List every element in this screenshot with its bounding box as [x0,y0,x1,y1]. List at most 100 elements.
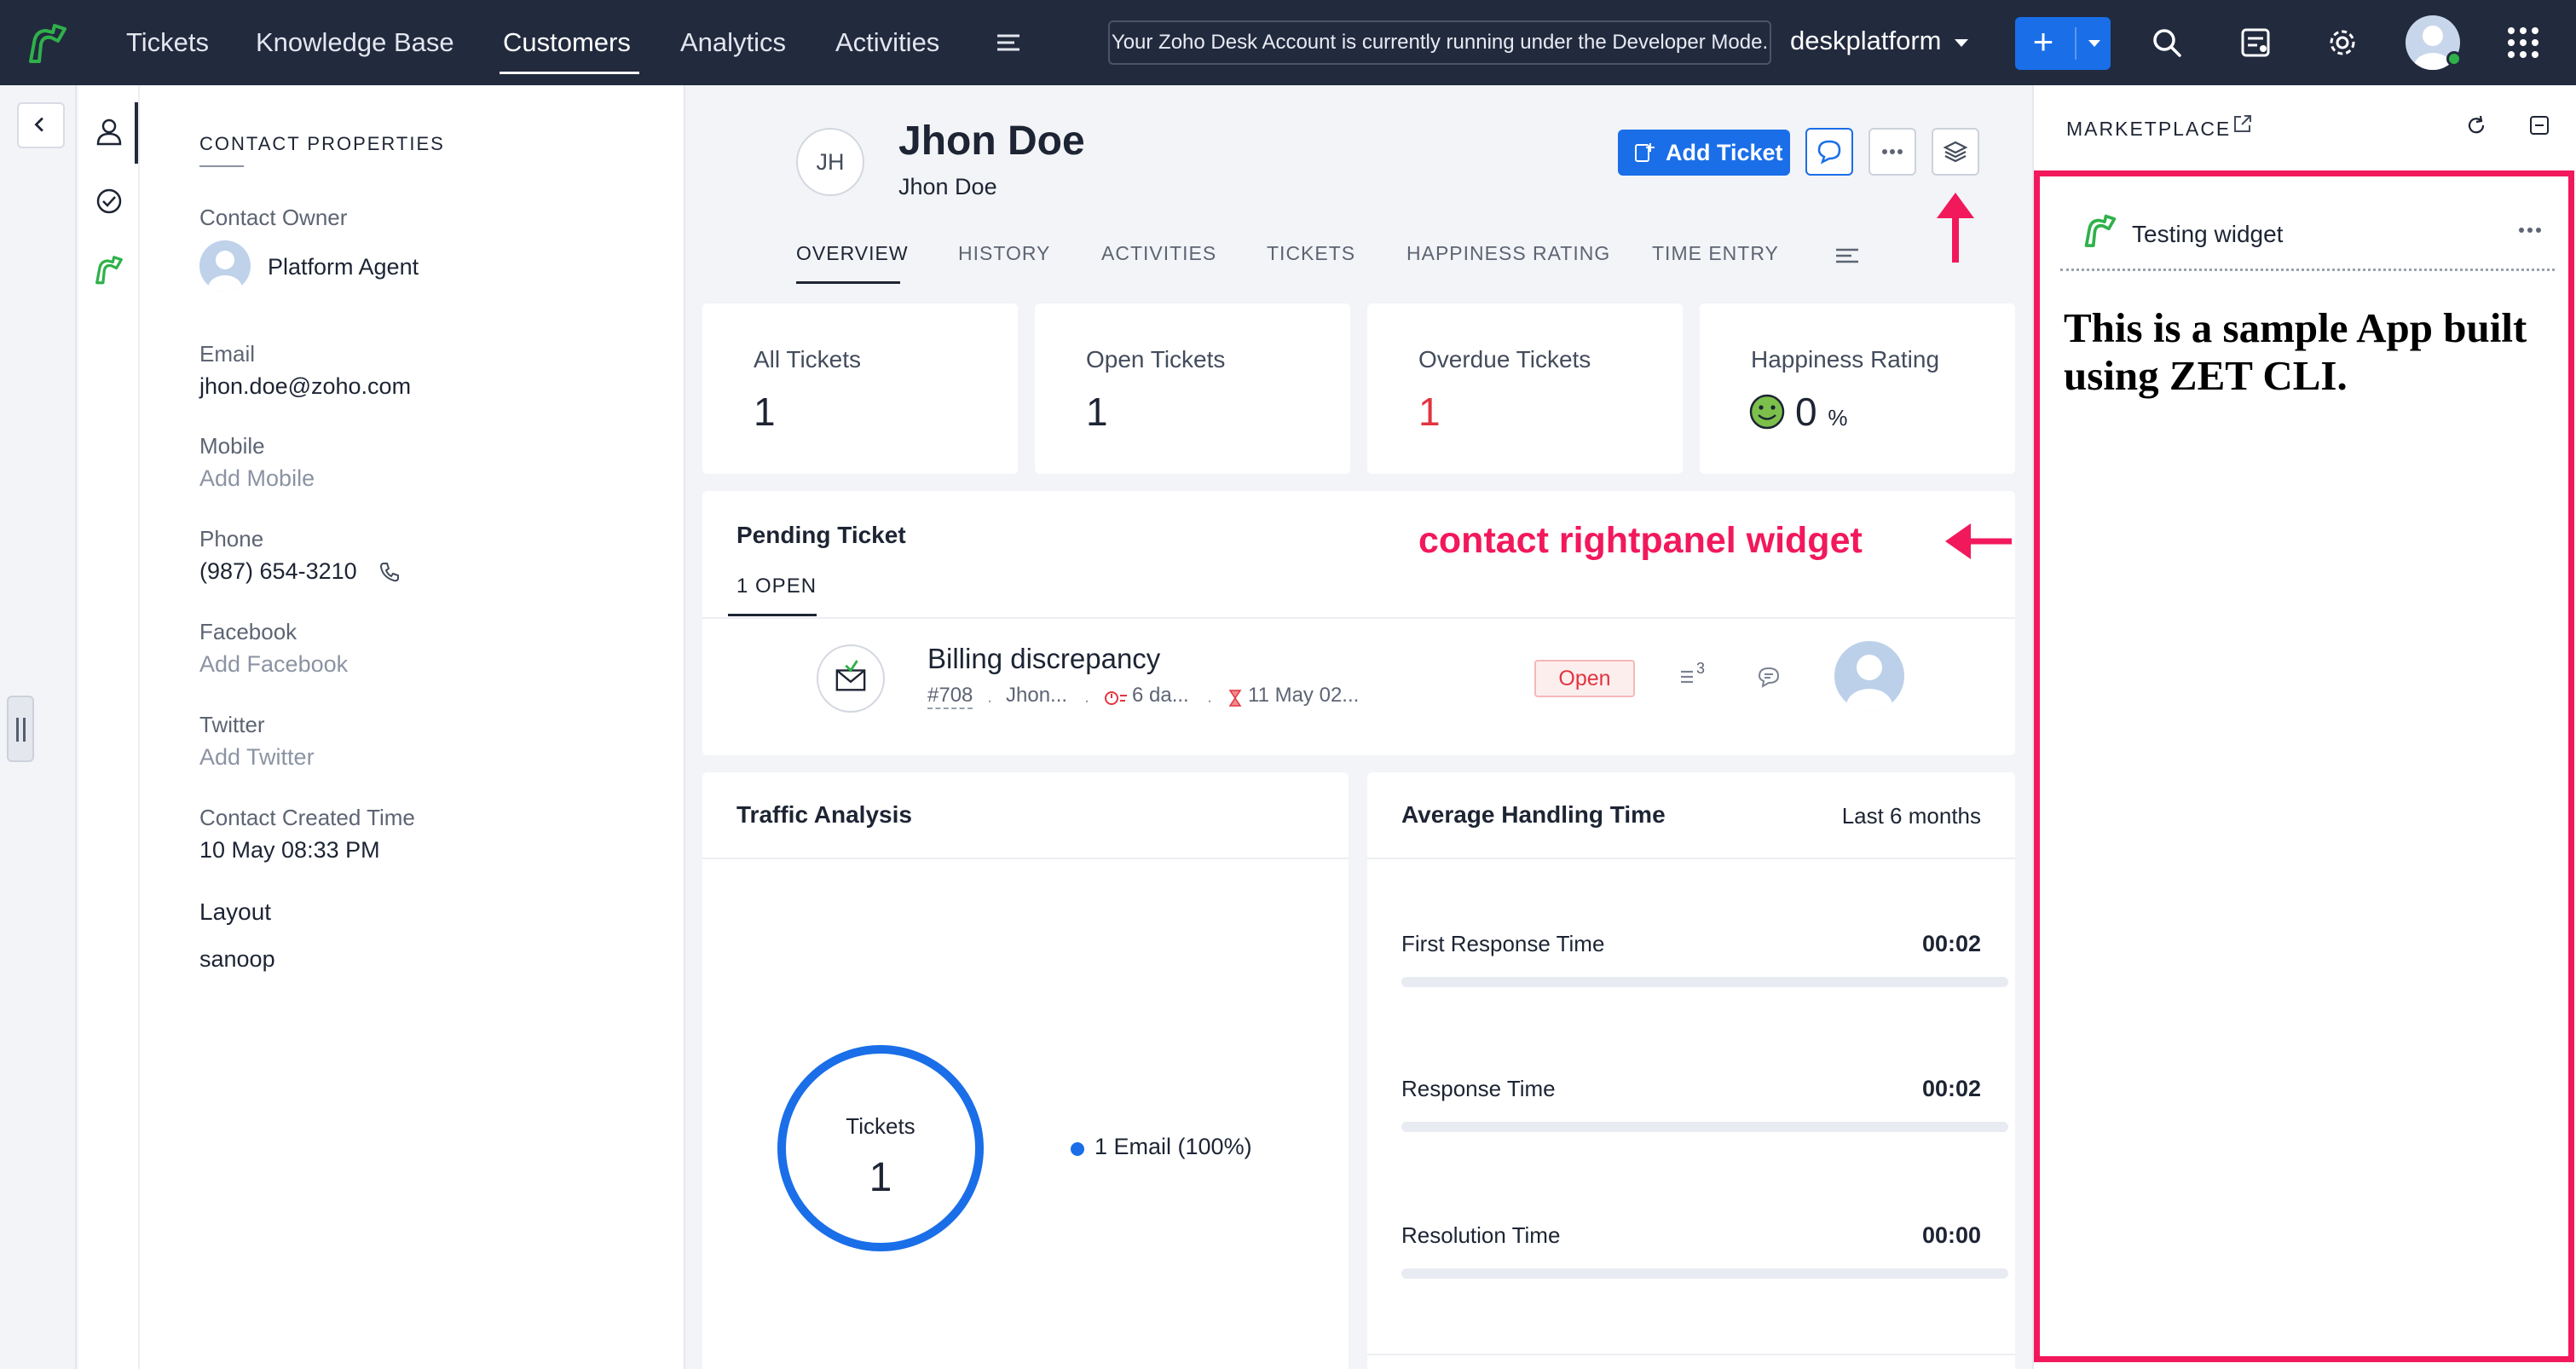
assignee-avatar[interactable] [1834,641,1904,711]
tab-activities[interactable]: ACTIVITIES [1101,242,1216,265]
zoho-desk-logo-icon[interactable] [24,19,72,66]
contact-name: Jhon Doe [898,118,1085,164]
chat-bubble-icon[interactable] [1807,130,1851,174]
quick-add-button[interactable]: + [2015,17,2111,70]
facebook-value[interactable]: Add Facebook [199,651,348,678]
marketplace-app-icon[interactable] [92,252,126,286]
contact-owner-label: Contact Owner [199,205,348,230]
add-ticket-label[interactable]: Add Ticket [1666,140,1783,165]
left-arrow-annotation-icon [1945,523,2012,559]
open-tickets-card[interactable]: Open Tickets 1 [1035,303,1350,474]
tab-overview[interactable]: OVERVIEW [796,242,909,265]
widget-app-icon [2084,214,2117,247]
tab-tickets[interactable]: TICKETS [1267,242,1355,265]
button-divider [2075,27,2076,60]
resolution-time-bar [1401,1268,2008,1279]
marketplace-title: MARKETPLACE [2066,118,2232,140]
nav-analytics[interactable]: Analytics [680,27,786,58]
happiness-unit: % [1828,405,1848,430]
portal-switcher[interactable]: deskplatform [1790,26,1941,56]
happiness-value: 0 [1795,390,1817,434]
layout-value: sanoop [199,946,275,972]
response-time-bar [1401,1122,2008,1132]
stat-value: 1 [1418,390,1441,434]
tab-active-indicator [728,614,817,616]
thread-count: 3 [1696,660,1706,677]
contact-section-icons [78,85,140,1369]
all-tickets-card[interactable]: All Tickets 1 [702,303,1018,474]
twitter-label: Twitter [199,712,265,737]
tab-happiness-rating[interactable]: HAPPINESS RATING [1406,242,1610,265]
more-actions-button[interactable] [1868,128,1916,176]
ticket-contact[interactable]: Jhon... [1006,684,1067,708]
phone-value[interactable]: (987) 654-3210 [199,558,357,585]
refresh-icon[interactable] [2465,114,2487,136]
stat-label: Open Tickets [1086,346,1226,373]
chevron-down-icon[interactable] [1955,39,1968,47]
nav-knowledge-base[interactable]: Knowledge Base [256,27,454,58]
resize-handle[interactable] [7,696,34,762]
divider [702,858,1349,859]
legend-marker [1071,1142,1084,1156]
search-icon[interactable] [2150,26,2184,60]
external-link-icon[interactable] [2232,113,2254,135]
contact-info-icon[interactable] [94,116,124,147]
chevron-left-icon[interactable] [19,104,63,147]
email-label: Email [199,341,256,367]
owner-avatar [199,240,251,292]
plus-icon[interactable]: + [2015,17,2071,70]
layers-icon[interactable] [1933,130,1978,174]
pending-ticket-title: Pending Ticket [736,522,906,548]
email-value[interactable]: jhon.doe@zoho.com [199,373,411,400]
annotation-label: contact rightpanel widget [1418,520,1863,561]
gear-icon[interactable] [2325,26,2359,60]
response-time-label: Response Time [1401,1076,1556,1101]
divider [1367,1354,2015,1355]
tab-time-entry[interactable]: TIME ENTRY [1652,242,1779,265]
happiness-rating-card[interactable]: Happiness Rating 0 % [1700,303,2015,474]
tab-history[interactable]: HISTORY [958,242,1050,265]
contact-account-name[interactable]: Jhon Doe [898,174,997,200]
traffic-analysis-card: Traffic Analysis Tickets 1 1 Email (100%… [702,772,1349,1369]
meta-separator: . [1084,685,1090,707]
facebook-label: Facebook [199,619,297,644]
top-navigation-bar: Tickets Knowledge Base Customers Analyti… [0,0,2576,85]
nav-customers[interactable]: Customers [503,27,631,58]
collapse-panel-button[interactable] [17,102,65,148]
created-time-value: 10 May 08:33 PM [199,837,380,863]
nav-tickets[interactable]: Tickets [126,27,209,58]
layers-button[interactable] [1932,128,1979,176]
stat-label: All Tickets [754,346,862,373]
response-time-value: 00:02 [1921,1076,1981,1101]
tab-open-tickets[interactable]: 1 OPEN [736,575,817,598]
ticket-status-badge[interactable]: Open [1534,660,1635,697]
stat-label: Overdue Tickets [1418,346,1591,373]
first-response-time-value: 00:02 [1921,931,1981,956]
donut-center-value: 1 [869,1155,892,1200]
phone-call-icon[interactable] [378,561,401,583]
widget-more-icon[interactable] [2517,226,2543,234]
add-ticket-button[interactable]: Add Ticket [1618,130,1790,176]
more-tabs-icon[interactable] [1834,247,1860,264]
overdue-tickets-card[interactable]: Overdue Tickets 1 [1367,303,1683,474]
apps-grid-icon[interactable] [2508,27,2538,58]
nav-activities[interactable]: Activities [835,27,939,58]
mobile-value[interactable]: Add Mobile [199,465,315,492]
more-modules-icon[interactable] [996,32,1021,53]
time-range-selector[interactable]: Last 6 months [1842,803,1981,829]
developer-mode-notice: Your Zoho Desk Account is currently runn… [1108,20,1771,65]
user-silhouette-icon [208,251,242,292]
ticket-subject[interactable]: Billing discrepancy [927,643,1160,675]
notes-icon[interactable] [2238,26,2273,60]
chat-button[interactable] [1805,128,1853,176]
hourglass-icon [1228,690,1242,707]
minimize-panel-icon[interactable] [2528,114,2550,136]
ticket-number[interactable]: #708 [927,684,973,709]
chevron-down-icon[interactable] [2088,40,2100,47]
contact-rightpanel-widget: Testing widget This is a sample App buil… [2034,170,2574,1362]
twitter-value[interactable]: Add Twitter [199,744,315,771]
more-horizontal-icon[interactable] [1870,130,1915,174]
contact-owner-value[interactable]: Platform Agent [268,254,419,280]
check-circle-icon[interactable] [94,186,124,217]
comment-icon[interactable] [1756,665,1782,689]
